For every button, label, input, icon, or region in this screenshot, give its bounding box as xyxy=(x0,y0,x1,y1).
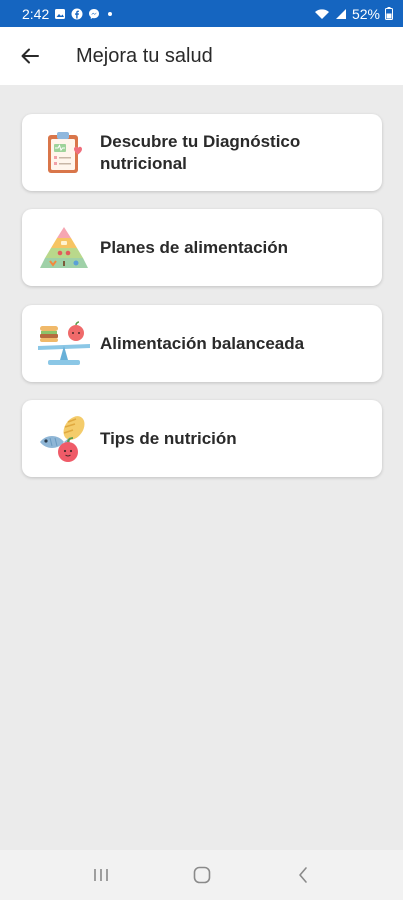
status-bar: 2:42 52% xyxy=(0,0,403,27)
system-nav-bar xyxy=(0,850,403,900)
menu-card-tips[interactable]: Tips de nutrición xyxy=(22,400,382,477)
messenger-icon xyxy=(88,8,100,20)
status-right: 52% xyxy=(314,6,393,22)
app-bar: Mejora tu salud xyxy=(0,27,403,85)
menu-list: Descubre tu Diagnóstico nutricional Plan… xyxy=(0,85,403,850)
home-icon xyxy=(193,866,210,884)
home-button[interactable] xyxy=(182,855,222,895)
balance-scale-food-icon xyxy=(38,318,90,370)
menu-card-alimentacion[interactable]: Alimentación balanceada xyxy=(22,305,382,382)
menu-card-label: Descubre tu Diagnóstico nutricional xyxy=(100,131,301,173)
menu-card-planes[interactable]: Planes de alimentación xyxy=(22,209,382,286)
facebook-icon xyxy=(71,8,83,20)
status-time: 2:42 xyxy=(22,5,50,22)
battery-icon xyxy=(385,7,393,20)
clipboard-diagnosis-icon xyxy=(38,127,90,179)
signal-icon xyxy=(335,8,347,20)
back-icon xyxy=(298,867,307,883)
back-button[interactable] xyxy=(10,36,50,76)
arrow-left-icon xyxy=(21,48,39,64)
fish-bread-apple-icon xyxy=(38,413,90,465)
battery-percent: 52% xyxy=(351,5,380,22)
recent-apps-button[interactable] xyxy=(81,855,121,895)
page-title: Mejora tu salud xyxy=(76,44,213,67)
status-left: 2:42 xyxy=(22,5,113,22)
gallery-icon xyxy=(54,8,66,20)
food-pyramid-icon xyxy=(38,222,90,274)
menu-card-label: Alimentación balanceada xyxy=(100,333,305,353)
menu-card-label: Planes de alimentación xyxy=(100,237,289,257)
menu-card-label: Tips de nutrición xyxy=(100,428,237,448)
wifi-icon xyxy=(314,8,330,20)
notification-dot-icon xyxy=(108,11,113,16)
recent-apps-icon xyxy=(93,869,108,881)
nav-back-button[interactable] xyxy=(283,855,323,895)
menu-card-diagnostico[interactable]: Descubre tu Diagnóstico nutricional xyxy=(22,114,382,191)
